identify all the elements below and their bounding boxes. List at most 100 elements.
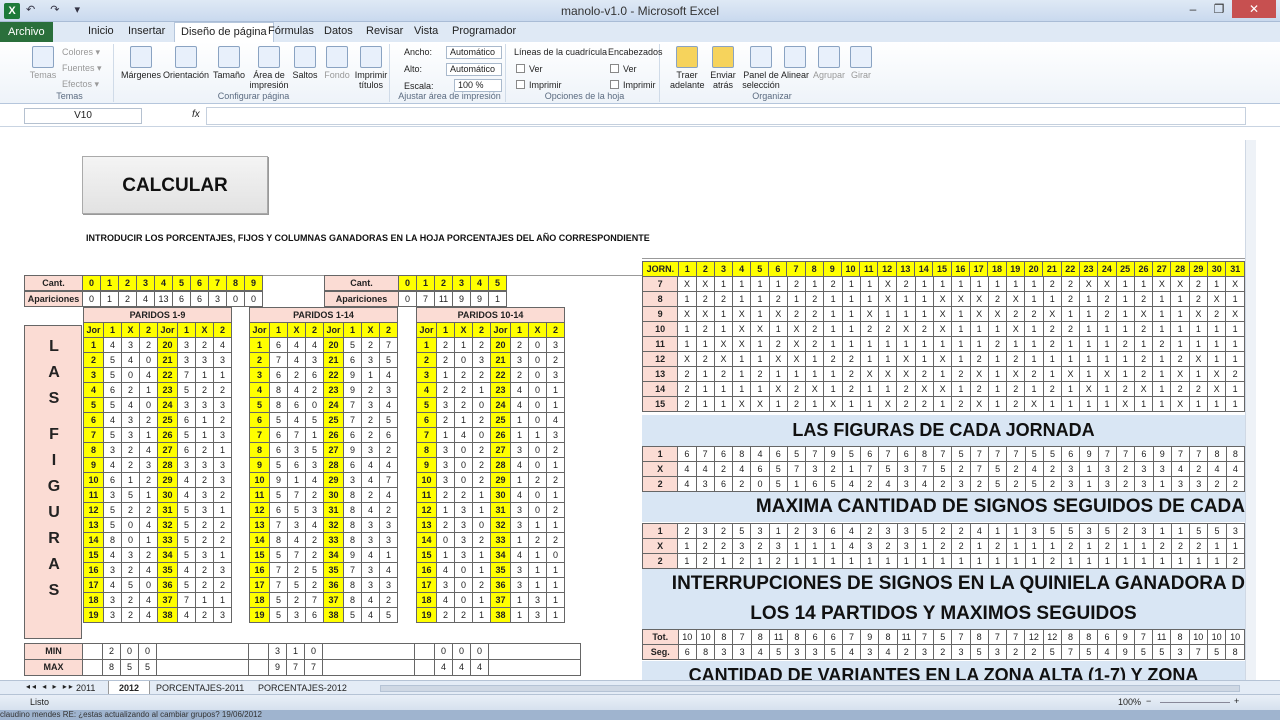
table-cell[interactable]: 0 (244, 291, 263, 307)
table-cell[interactable]: X (1042, 306, 1062, 322)
table-cell[interactable]: 6 (269, 367, 288, 383)
table-cell[interactable]: X (896, 321, 916, 337)
tab-5[interactable]: Datos (318, 25, 359, 37)
table-cell[interactable]: 0 (472, 427, 491, 443)
table-cell[interactable]: 3 (510, 352, 529, 368)
table-cell[interactable]: 0 (226, 291, 245, 307)
table-cell[interactable]: 4 (878, 644, 898, 660)
table-cell[interactable]: 2 (896, 381, 916, 397)
table-cell[interactable]: 8 (102, 659, 121, 676)
table-cell[interactable]: 3 (732, 644, 752, 660)
lineas-imprimir-checkbox[interactable]: Imprimir (516, 80, 562, 90)
table-cell[interactable]: 4 (139, 517, 158, 533)
table-cell[interactable]: 2 (988, 538, 1008, 554)
table-cell[interactable]: 3 (436, 472, 455, 488)
table-cell[interactable]: 2 (472, 532, 491, 548)
table-cell[interactable]: 2 (213, 382, 232, 398)
table-cell[interactable]: 0 (528, 337, 547, 353)
table-cell[interactable]: 2 (951, 538, 971, 554)
table-cell[interactable]: 4 (750, 446, 770, 462)
table-cell[interactable]: X (878, 396, 898, 412)
table-cell[interactable]: 5 (768, 461, 788, 477)
table-cell[interactable]: 8 (103, 532, 122, 548)
table-cell[interactable]: 3 (510, 502, 529, 518)
table-cell[interactable]: 1 (1189, 553, 1209, 569)
table-cell[interactable]: 4 (510, 457, 529, 473)
table-cell[interactable]: X (732, 306, 752, 322)
table-cell[interactable]: 1 (195, 367, 214, 383)
table-cell[interactable]: 33 (323, 532, 344, 548)
table-cell[interactable]: 1 (454, 337, 473, 353)
table-cell[interactable]: 2 (695, 553, 715, 569)
table-cell[interactable]: 1 (859, 291, 880, 307)
table-cell[interactable]: 2 (379, 442, 398, 458)
table-cell[interactable]: 3 (195, 457, 214, 473)
table-cell[interactable]: X (1225, 276, 1245, 292)
ancho-dropdown[interactable]: Automático (446, 46, 502, 59)
table-cell[interactable]: 26 (157, 427, 178, 443)
table-cell[interactable]: 5 (177, 547, 196, 563)
table-cell[interactable]: 8 (914, 446, 935, 462)
table-cell[interactable]: 7 (988, 446, 1008, 462)
table-cell[interactable]: 2 (1097, 291, 1117, 307)
table-cell[interactable]: 1 (805, 396, 825, 412)
table-cell[interactable]: 2 (436, 412, 455, 428)
table-cell[interactable]: 5 (988, 461, 1008, 477)
table-cell[interactable]: 4 (436, 592, 455, 608)
table-cell[interactable]: 1 (841, 396, 861, 412)
table-cell[interactable]: X (750, 396, 770, 412)
table-cell[interactable]: 1 (1097, 336, 1117, 352)
table-cell[interactable]: 1 (823, 538, 843, 554)
table-cell[interactable]: X (933, 306, 953, 322)
table-cell[interactable]: 1 (361, 367, 380, 383)
table-cell[interactable]: 1 (1079, 553, 1099, 569)
table-cell[interactable]: 7 (860, 461, 880, 477)
table-cell[interactable]: 2 (1006, 476, 1026, 492)
table-cell[interactable]: 2 (118, 291, 137, 307)
table-cell[interactable]: 3 (379, 577, 398, 593)
table-cell[interactable]: 2 (1042, 276, 1062, 292)
table-cell[interactable]: 1 (987, 381, 1008, 397)
table-cell[interactable]: 2 (528, 472, 547, 488)
table-cell[interactable]: 2 (1005, 644, 1026, 660)
table-cell[interactable]: 34 (157, 547, 178, 563)
lineas-ver-checkbox[interactable]: Ver (516, 64, 543, 74)
table-cell[interactable]: 1 (823, 321, 843, 337)
table-cell[interactable]: 1 (823, 291, 843, 307)
table-cell[interactable]: 0 (528, 457, 547, 473)
table-cell[interactable]: 3 (103, 442, 122, 458)
traer-adelante-button[interactable]: Traer adelante (670, 46, 705, 90)
table-cell[interactable]: 32 (323, 517, 344, 533)
table-cell[interactable]: 2 (454, 607, 473, 623)
table-cell[interactable]: 3 (361, 517, 380, 533)
table-cell[interactable]: 2 (361, 427, 380, 443)
table-cell[interactable]: 4 (1024, 461, 1044, 477)
table-cell[interactable]: 1 (750, 291, 770, 307)
table-cell[interactable]: 1 (1170, 523, 1191, 539)
table-cell[interactable]: 2 (139, 412, 158, 428)
table-cell[interactable]: 2 (823, 461, 843, 477)
table-cell[interactable]: 3 (714, 644, 734, 660)
table-cell[interactable]: 1 (677, 321, 697, 337)
table-cell[interactable]: 5 (305, 442, 324, 458)
table-cell[interactable]: 1 (1115, 276, 1135, 292)
table-cell[interactable]: 2 (139, 337, 158, 353)
table-cell[interactable]: 1 (454, 412, 473, 428)
orientacion-button[interactable]: Orientación (162, 46, 210, 80)
table-cell[interactable]: 1 (472, 607, 491, 623)
table-cell[interactable]: 10 (677, 629, 697, 645)
fondo-button[interactable]: Fondo (322, 46, 352, 80)
table-cell[interactable]: 0 (546, 547, 565, 563)
table-cell[interactable]: 2 (823, 351, 843, 367)
table-cell[interactable]: 36 (490, 577, 511, 593)
table-cell[interactable]: 8 (695, 644, 716, 660)
table-cell[interactable]: 1 (805, 538, 825, 554)
table-cell[interactable]: 1 (987, 276, 1008, 292)
table-cell[interactable]: 1 (1134, 538, 1154, 554)
table-cell[interactable]: 35 (157, 562, 178, 578)
table-cell[interactable]: 1 (510, 412, 529, 428)
table-cell[interactable]: 3 (452, 275, 471, 291)
table-cell[interactable]: X (1079, 381, 1099, 397)
table-cell[interactable]: 23 (490, 382, 511, 398)
table-cell[interactable]: 1 (988, 553, 1008, 569)
